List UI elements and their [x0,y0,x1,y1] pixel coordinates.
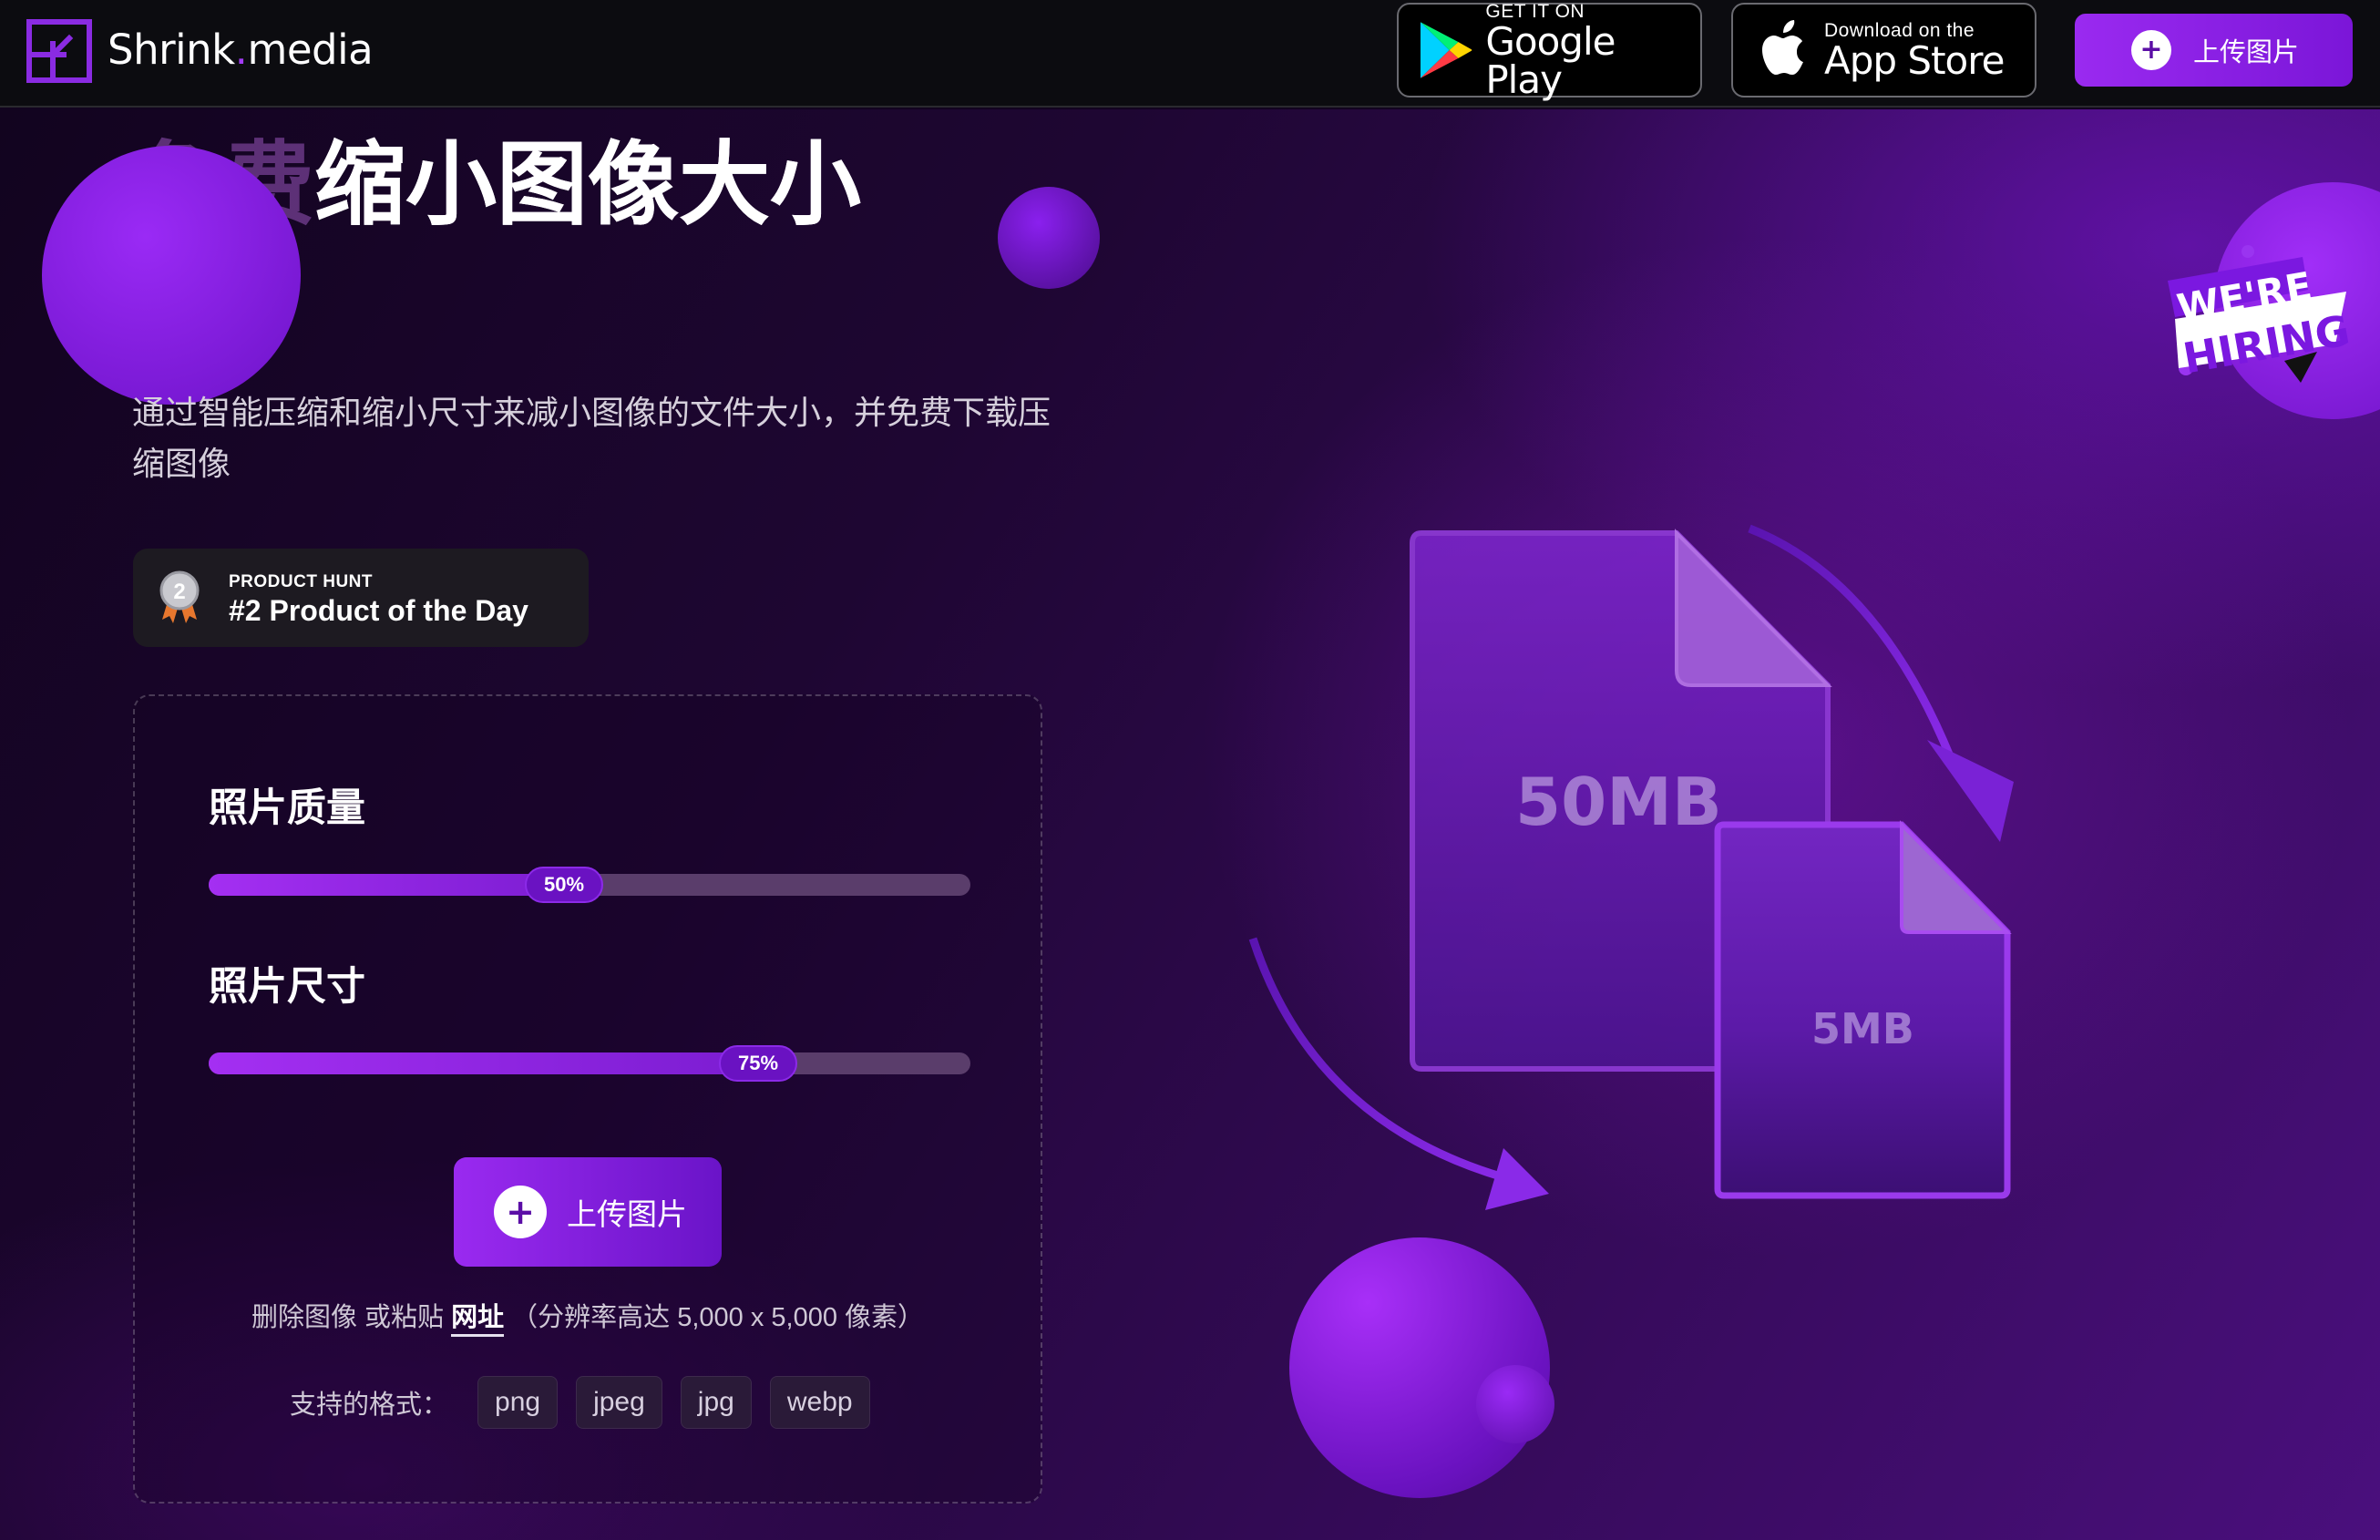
google-play-icon [1420,22,1472,78]
hero-title-main-overlay: 缩小图像大小 [314,131,861,238]
product-hunt-label: PRODUCT HUNT [229,572,373,591]
paste-url-link[interactable]: 网址 [451,1303,505,1337]
medal-icon: 2 [159,570,200,623]
google-play-big-text: Google Play [1485,19,1616,102]
brand-name[interactable]: Shrink.media [108,26,374,74]
top-navigation-bar: Shrink.media GET IT ON Google Play Downl… [0,0,2380,108]
decorative-orb-small [998,187,1100,289]
photo-quality-slider[interactable]: 50% [209,867,970,903]
large-file-size-label: 50MB [1515,764,1722,840]
compression-illustration [1248,524,2014,1210]
photo-size-label: 照片尺寸 [209,964,365,1010]
google-play-button[interactable]: GET IT ON Google Play [1397,1,1702,102]
photo-size-slider[interactable]: 75% [209,1045,970,1082]
product-hunt-badge[interactable]: 2 PRODUCT HUNT #2 Product of the Day [133,549,589,647]
plus-icon: + [2131,30,2171,70]
photo-size-thumb[interactable]: 75% [719,1045,797,1082]
small-file-size-label: 5MB [1811,1004,1914,1053]
plus-icon: + [494,1186,547,1238]
upload-image-button[interactable]: + 上传图片 [454,1157,722,1267]
format-chip-jpeg: jpeg [576,1376,662,1429]
format-chip-jpg: jpg [680,1376,752,1429]
brand-dot: . [234,26,248,74]
format-chip-png: png [477,1376,559,1429]
photo-quality-label: 照片质量 [209,785,365,831]
hero-title-faded-spacer: 免费 [132,131,314,238]
hero-title-overlay: 免费缩小图像大小 [132,135,861,235]
brand-name-text: Shrink [108,26,235,74]
format-chip-webp: webp [769,1376,870,1429]
formats-label: 支持的格式： [290,1391,449,1420]
apple-icon [1762,20,1803,75]
app-store-button[interactable]: Download on the App Store [1731,3,2036,98]
brand-name-suffix: media [247,26,374,74]
upload-image-label: 上传图片 [567,1197,687,1231]
product-hunt-title: #2 Product of the Day [229,594,528,627]
paste-instructions: 删除图像 或粘贴 网址 （分辨率高达 5,000 x 5,000 像素） [133,1296,1042,1337]
were-hiring-badge[interactable]: WE'RE HIRING [2164,244,2355,390]
app-store-big-text: App Store [1824,38,2005,83]
photo-quality-thumb[interactable]: 50% [525,867,603,903]
header-upload-button[interactable]: + 上传图片 [2075,14,2353,87]
header-upload-label: 上传图片 [2193,38,2300,67]
shrink-logo-icon[interactable] [26,18,93,84]
medal-number: 2 [173,580,185,604]
hero-description: 通过智能压缩和缩小尺寸来减小图像的文件大小，并免费下载压缩图像 [132,394,1052,482]
decorative-orb-tiny [1476,1365,1554,1443]
photo-size-fill [209,1052,780,1074]
paste-text-after: （分辨率高达 5,000 x 5,000 像素） [504,1303,925,1332]
paste-text-before: 删除图像 或粘贴 [251,1303,452,1332]
supported-formats: 支持的格式： png jpeg jpg webp [290,1376,888,1429]
